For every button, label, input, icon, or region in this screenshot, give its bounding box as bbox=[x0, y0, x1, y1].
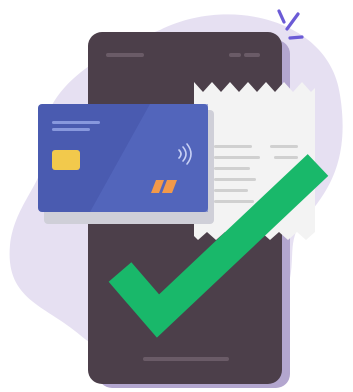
illustration-canvas bbox=[9, 9, 343, 388]
card-line-1 bbox=[52, 121, 100, 124]
card-chip-icon bbox=[52, 150, 80, 170]
payment-approved-illustration bbox=[0, 0, 353, 392]
phone-speaker bbox=[106, 53, 144, 57]
receipt-line bbox=[214, 189, 248, 192]
receipt-line bbox=[270, 145, 298, 148]
receipt-line bbox=[214, 167, 250, 170]
receipt-line bbox=[214, 145, 252, 148]
phone-dot-1 bbox=[229, 53, 241, 57]
receipt-line bbox=[214, 156, 260, 159]
card-line-2 bbox=[52, 128, 90, 131]
credit-card-icon bbox=[38, 104, 214, 224]
phone-home-bar bbox=[143, 357, 229, 361]
receipt-line bbox=[214, 178, 256, 181]
receipt-line bbox=[274, 156, 298, 159]
phone-dot-2 bbox=[244, 53, 260, 57]
receipt-line bbox=[214, 200, 254, 203]
